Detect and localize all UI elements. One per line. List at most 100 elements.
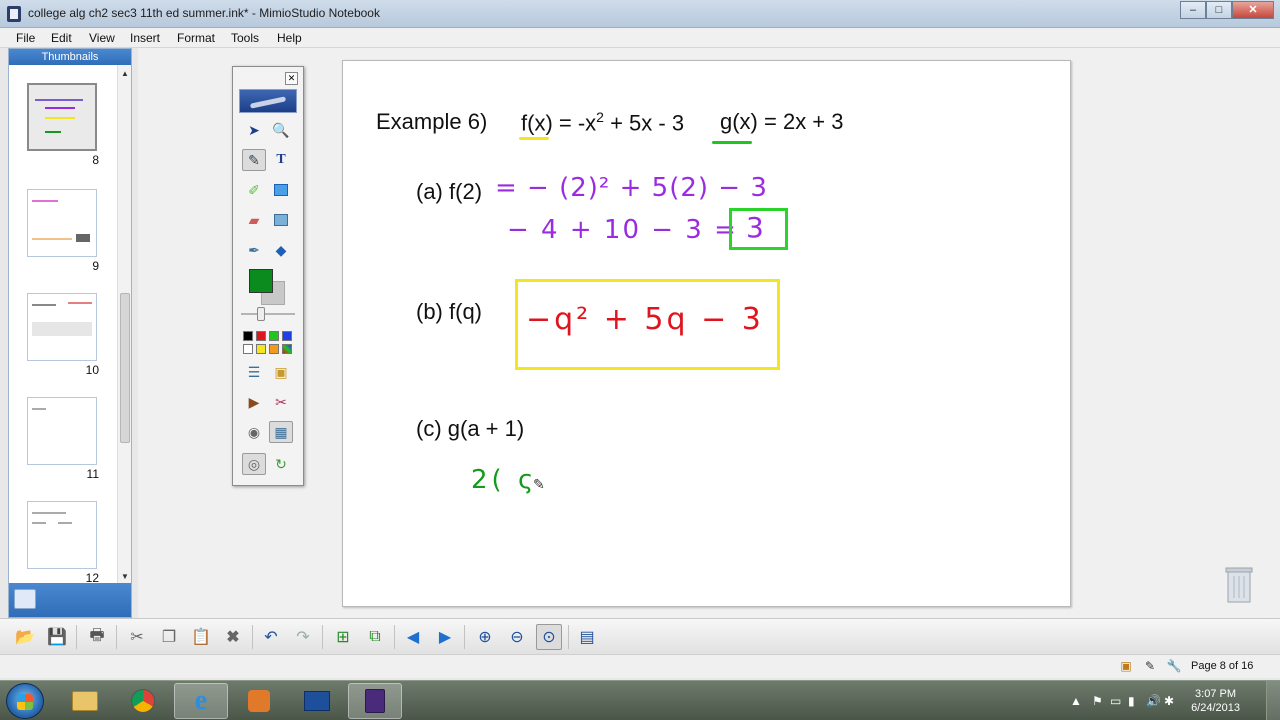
mimio-display-taskbar-icon[interactable] xyxy=(290,683,344,719)
thumbnails-panel: Thumbnails 8 9 10 11 12 ▲ ▼ xyxy=(8,48,132,618)
trash-icon[interactable] xyxy=(1222,562,1256,604)
color-swatch-black[interactable] xyxy=(243,331,253,341)
thickness-slider[interactable] xyxy=(257,307,265,321)
zoom-out-icon[interactable]: ⊖ xyxy=(504,624,530,650)
menu-edit[interactable]: Edit xyxy=(51,31,72,45)
line-style-icon[interactable]: ☰ xyxy=(242,361,266,383)
wrench-icon[interactable]: 🔧 xyxy=(1166,659,1182,675)
color-swatch-white[interactable] xyxy=(243,344,253,354)
delete-icon[interactable]: ✖ xyxy=(220,624,246,650)
thumbnail-image xyxy=(27,83,97,151)
capture-icon[interactable]: ◎ xyxy=(242,453,266,475)
scroll-up-icon[interactable]: ▲ xyxy=(121,69,129,78)
copy-icon[interactable]: ❐ xyxy=(156,624,182,650)
zoom-fit-icon[interactable]: ⊙ xyxy=(536,624,562,650)
previous-page-icon[interactable]: ◀ xyxy=(400,624,426,650)
notebook-page[interactable]: Example 6) f(x) = -x2 + 5x - 3 g(x) = 2x… xyxy=(342,60,1071,607)
volume-icon[interactable]: 🔊 xyxy=(1146,694,1161,708)
color-swatch-yellow[interactable] xyxy=(256,344,266,354)
menu-bar: File Edit View Insert Format Tools Help xyxy=(0,28,1280,48)
next-page-icon[interactable]: ▶ xyxy=(432,624,458,650)
palette-close-button[interactable]: ✕ xyxy=(285,72,298,85)
thumbnail-page[interactable]: 9 xyxy=(27,189,99,273)
thumbnail-page[interactable]: 8 xyxy=(27,83,99,167)
pen-status-icon[interactable]: ✎ xyxy=(1142,659,1158,675)
flag-icon[interactable]: ⚑ xyxy=(1092,694,1103,708)
main-toolbar: 📂 💾 🖶 ✂ ❐ 📋 ✖ ↶ ↷ ⊞ ⧉ ◀ ▶ ⊕ ⊖ ⊙ ▤ xyxy=(0,618,1280,654)
thumbnail-number: 8 xyxy=(92,153,99,167)
f-def-rest: + 5x - 3 xyxy=(603,110,685,136)
save-icon[interactable]: 💾 xyxy=(44,624,70,650)
part-a-text: (a) f( xyxy=(416,179,463,204)
explorer-taskbar-icon[interactable] xyxy=(58,683,112,719)
ie-taskbar-icon[interactable]: e xyxy=(174,683,228,719)
pen-icon[interactable]: ✎ xyxy=(242,149,266,171)
scroll-thumb[interactable] xyxy=(120,293,130,443)
undo-icon[interactable]: ↶ xyxy=(258,624,284,650)
show-hidden-icons[interactable]: ▲ xyxy=(1070,694,1082,708)
zoom-icon[interactable]: 🔍 xyxy=(269,119,293,141)
paste-icon[interactable]: 📋 xyxy=(188,624,214,650)
new-page-icon[interactable]: ⊞ xyxy=(330,624,356,650)
thumbnail-image xyxy=(27,293,97,361)
open-icon[interactable]: 📂 xyxy=(12,624,38,650)
thumbnail-page[interactable]: 11 xyxy=(27,397,99,481)
part-a-label: (a) f(2) xyxy=(416,179,482,205)
start-button[interactable] xyxy=(6,683,44,719)
recorder-icon[interactable]: ↻ xyxy=(269,453,293,475)
screen-icon[interactable]: ▦ xyxy=(269,421,293,443)
thumbnail-view-button[interactable] xyxy=(14,589,36,609)
eraser-icon[interactable]: ▰ xyxy=(242,209,266,231)
print-icon[interactable]: 🖶 xyxy=(84,624,110,650)
clock[interactable]: 3:07 PM 6/24/2013 xyxy=(1191,687,1240,715)
device-icon[interactable]: ▭ xyxy=(1110,694,1121,708)
shape-icon[interactable] xyxy=(269,179,293,201)
menu-view[interactable]: View xyxy=(89,31,115,45)
menu-format[interactable]: Format xyxy=(177,31,215,45)
tools-icon[interactable]: ✂ xyxy=(269,391,293,413)
menu-file[interactable]: File xyxy=(16,31,35,45)
menu-help[interactable]: Help xyxy=(277,31,302,45)
thumbnail-page[interactable]: 12 xyxy=(27,501,99,585)
notes-icon[interactable]: ▣ xyxy=(1118,659,1134,675)
pen-cursor-icon: ✎ xyxy=(533,477,545,493)
gallery-icon[interactable]: ▣ xyxy=(269,361,293,383)
current-color-swatch[interactable] xyxy=(249,269,273,293)
highlighter-icon[interactable]: ✐ xyxy=(242,179,266,201)
scroll-down-icon[interactable]: ▼ xyxy=(121,572,129,581)
color-swatch-orange[interactable] xyxy=(269,344,279,354)
g-underline xyxy=(712,141,752,144)
thumbnail-page[interactable]: 10 xyxy=(27,293,99,377)
minimize-button[interactable]: – xyxy=(1180,1,1206,19)
app-tray-icon[interactable]: ✱ xyxy=(1164,694,1174,708)
color-swatch-green[interactable] xyxy=(269,331,279,341)
mimio-notebook-taskbar-icon[interactable] xyxy=(348,683,402,719)
folder-view-button[interactable] xyxy=(43,589,65,609)
select-arrow-icon[interactable]: ➤ xyxy=(242,119,266,141)
eyedropper-icon[interactable]: ✒ xyxy=(242,239,266,261)
menu-insert[interactable]: Insert xyxy=(130,31,160,45)
menu-tools[interactable]: Tools xyxy=(231,31,259,45)
window-controls: – □ ✕ xyxy=(1180,1,1274,21)
close-button[interactable]: ✕ xyxy=(1232,1,1274,19)
duplicate-page-icon[interactable]: ⧉ xyxy=(362,624,388,650)
display-icon[interactable]: ▤ xyxy=(574,624,600,650)
show-desktop-button[interactable] xyxy=(1266,681,1280,720)
chrome-taskbar-icon[interactable] xyxy=(116,683,170,719)
network-icon[interactable]: ▮ xyxy=(1128,694,1135,708)
image-icon[interactable] xyxy=(269,209,293,231)
part-a-ink-line1: = − (2)² + 5(2) − 3 xyxy=(495,173,768,203)
fill-icon[interactable]: ◆ xyxy=(269,239,293,261)
cut-icon[interactable]: ✂ xyxy=(124,624,150,650)
media-player-taskbar-icon[interactable] xyxy=(232,683,286,719)
text-tool-icon[interactable]: T xyxy=(269,149,293,171)
thumbnail-scrollbar[interactable]: ▲ ▼ xyxy=(117,65,131,585)
maximize-button[interactable]: □ xyxy=(1206,1,1232,19)
mouse-icon[interactable]: ◉ xyxy=(242,421,266,443)
more-colors-swatch[interactable] xyxy=(282,344,292,354)
color-swatch-red[interactable] xyxy=(256,331,266,341)
media-icon[interactable]: ▶ xyxy=(242,391,266,413)
zoom-in-icon[interactable]: ⊕ xyxy=(472,624,498,650)
redo-icon[interactable]: ↷ xyxy=(290,624,316,650)
color-swatch-blue[interactable] xyxy=(282,331,292,341)
